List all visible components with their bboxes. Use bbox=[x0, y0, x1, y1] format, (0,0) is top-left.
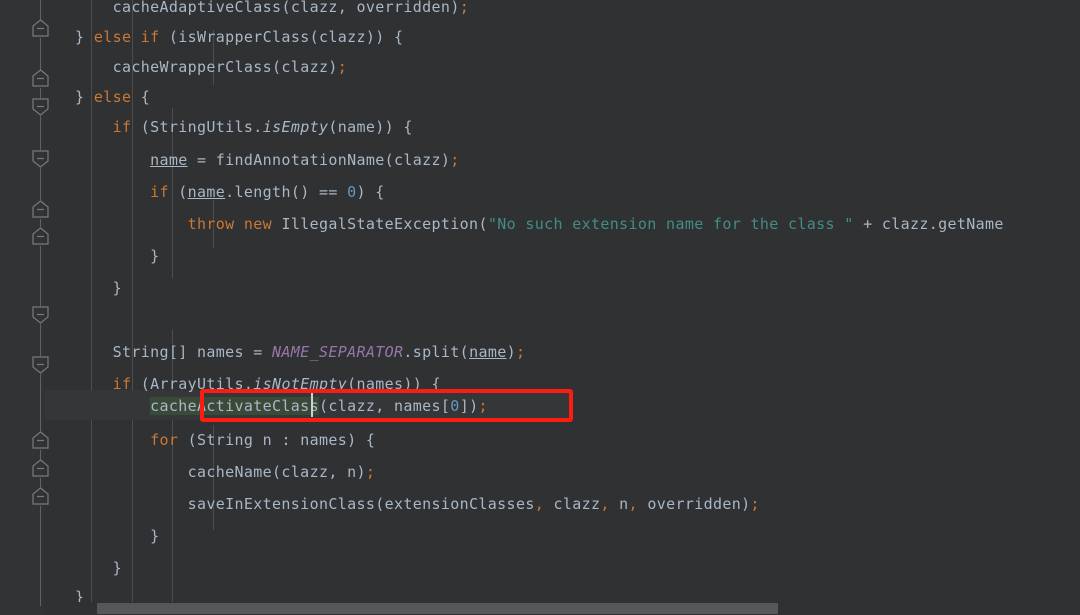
horizontal-scrollbar-track[interactable] bbox=[45, 602, 1080, 615]
code-editor[interactable]: cacheAdaptiveClass(clazz, overridden); }… bbox=[0, 0, 1080, 615]
code-token: "No such extension name for the class " bbox=[487, 215, 854, 233]
text-caret bbox=[311, 393, 313, 417]
code-line[interactable]: } bbox=[0, 521, 159, 551]
code-token: } bbox=[0, 559, 122, 577]
code-token: saveInExtensionClass(extensionClasses bbox=[0, 495, 535, 513]
code-line[interactable]: String[] names = NAME_SEPARATOR.split(na… bbox=[0, 337, 525, 367]
code-token: } bbox=[0, 28, 94, 46]
code-token: name bbox=[187, 183, 226, 201]
code-token: name bbox=[150, 151, 188, 169]
code-line[interactable]: cacheAdaptiveClass(clazz, overridden); bbox=[0, 0, 469, 22]
code-token: (isWrapperClass(clazz)) { bbox=[159, 28, 404, 46]
code-token: ) bbox=[506, 343, 516, 361]
code-token: cacheActivateClass bbox=[150, 397, 319, 415]
code-token: if bbox=[112, 118, 132, 136]
code-token: ( bbox=[281, 0, 291, 16]
code-token: cacheName(clazz, n) bbox=[0, 463, 366, 481]
code-line[interactable]: saveInExtensionClass(extensionClasses, c… bbox=[0, 489, 760, 519]
code-token: ; bbox=[365, 463, 376, 481]
code-line[interactable]: cacheWrapperClass(clazz); bbox=[0, 52, 347, 82]
code-token: cacheWrapperClass bbox=[0, 58, 273, 76]
code-line[interactable]: } else { bbox=[0, 82, 150, 112]
code-token: , bbox=[600, 495, 610, 513]
code-token: ) bbox=[450, 0, 460, 16]
code-token: } bbox=[0, 88, 94, 106]
code-token: String[] names = bbox=[0, 343, 273, 361]
code-line[interactable]: } else if (isWrapperClass(clazz)) { bbox=[0, 22, 403, 52]
code-token: = findAnnotationName(clazz) bbox=[187, 151, 451, 169]
code-line[interactable]: if (name.length() == 0) { bbox=[0, 177, 385, 207]
code-token: } bbox=[0, 279, 122, 297]
code-token: ; bbox=[515, 343, 526, 361]
code-token: n bbox=[609, 495, 629, 513]
code-token: ) { bbox=[356, 183, 385, 201]
code-token: overridden) bbox=[637, 495, 751, 513]
code-token: NAME_SEPARATOR bbox=[272, 343, 404, 361]
code-token: ; bbox=[459, 0, 470, 16]
code-token: .length() == bbox=[225, 183, 348, 201]
code-token: clazz bbox=[544, 495, 601, 513]
code-token: ]) bbox=[459, 397, 479, 415]
code-token: .split( bbox=[403, 343, 470, 361]
code-token: (StringUtils. bbox=[131, 118, 263, 136]
code-line[interactable]: throw new IllegalStateException("No such… bbox=[0, 209, 1004, 239]
code-token: 0 bbox=[450, 397, 460, 415]
code-token: + clazz.getName bbox=[853, 215, 1004, 233]
code-token: { bbox=[131, 88, 151, 106]
code-token: else bbox=[93, 88, 132, 106]
code-line[interactable]: for (String n : names) { bbox=[0, 425, 375, 455]
code-token: , bbox=[534, 495, 545, 513]
code-token: clazz bbox=[290, 0, 338, 16]
code-line[interactable]: cacheName(clazz, n); bbox=[0, 457, 375, 487]
code-token: throw new bbox=[187, 215, 273, 233]
code-token: ; bbox=[337, 58, 348, 76]
code-token: (String n : names) { bbox=[178, 431, 376, 449]
code-line[interactable]: cacheActivateClass(clazz, names[0]); bbox=[0, 391, 488, 421]
code-token: } bbox=[0, 247, 160, 265]
code-token: ( bbox=[168, 183, 188, 201]
code-line[interactable]: name = findAnnotationName(clazz); bbox=[0, 145, 460, 175]
code-line[interactable]: } bbox=[0, 273, 122, 303]
code-token: cacheAdaptiveClass bbox=[0, 0, 282, 16]
code-token: , bbox=[628, 495, 638, 513]
code-token: ; bbox=[478, 397, 488, 415]
code-token: , bbox=[337, 0, 357, 16]
code-line[interactable]: } bbox=[0, 241, 159, 271]
code-token: } bbox=[0, 527, 160, 545]
code-token: if bbox=[150, 183, 169, 201]
code-token: name bbox=[469, 343, 507, 361]
code-token: isEmpty bbox=[262, 118, 329, 136]
code-token: else if bbox=[93, 28, 160, 46]
code-token: (name)) { bbox=[328, 118, 413, 136]
code-token: for bbox=[150, 431, 179, 449]
horizontal-scrollbar-thumb[interactable] bbox=[97, 603, 778, 614]
code-token: overridden bbox=[356, 0, 451, 16]
code-text-layer[interactable]: cacheAdaptiveClass(clazz, overridden); }… bbox=[0, 0, 1080, 615]
code-token: ; bbox=[450, 151, 460, 169]
code-token: IllegalStateException( bbox=[272, 215, 488, 233]
code-token: (clazz, names[ bbox=[318, 397, 451, 415]
code-line[interactable]: } bbox=[0, 553, 122, 583]
code-token: 0 bbox=[347, 183, 357, 201]
code-line[interactable]: if (StringUtils.isEmpty(name)) { bbox=[0, 112, 413, 142]
code-token: (clazz) bbox=[272, 58, 338, 76]
code-token: ; bbox=[750, 495, 760, 513]
